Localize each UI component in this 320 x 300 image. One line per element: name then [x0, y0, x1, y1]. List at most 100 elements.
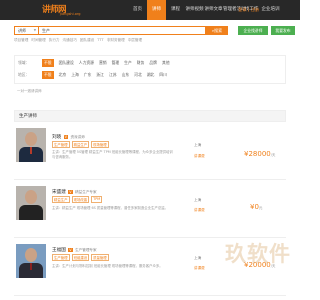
filter-option[interactable]: 湖北 — [147, 71, 155, 79]
lecturer-fee-label: 讲课费 — [194, 266, 205, 270]
topic-tag[interactable]: 班组建设 — [71, 254, 90, 261]
lecturer-fee-label: 讲课费 — [194, 154, 205, 158]
lecturer-name[interactable]: 王福国 — [52, 248, 66, 253]
hot-keyword[interactable]: 团队建设 — [80, 38, 94, 43]
lecturer-name-line: 刘晓 V 资深讲师 — [52, 134, 85, 140]
search-bar: 讲师 ▼ 生产 ⌕搜索 企业找讲师 我要发布 — [14, 26, 295, 38]
lecturer-photo[interactable] — [16, 186, 46, 220]
site-logo[interactable]: 讲师网 Jiangshi.org — [42, 3, 98, 17]
lecturer-tags: 精益生产 现场改善 TPM — [52, 196, 103, 203]
filter-option[interactable]: 四川 — [159, 71, 167, 79]
filter-row-field: 领域： 不限 团队建设 人力资源 营销 管理 生产 财务 品牌 其他 — [18, 59, 170, 67]
filter-option[interactable]: 团队建设 — [59, 59, 74, 67]
lecturer-location: 上海 — [194, 143, 202, 147]
filter-option[interactable]: 山东 — [122, 71, 130, 79]
lecturer-fee-label: 讲课费 — [194, 208, 205, 212]
topic-tag[interactable]: TPM — [91, 196, 103, 203]
section-header: 生产讲师 — [14, 110, 286, 122]
filter-option[interactable]: 不限 — [42, 59, 54, 67]
lecturer-name[interactable]: 宋盛建 — [52, 190, 66, 195]
lecturer-tags: 生产管理 精益生产 现场管理 — [52, 141, 109, 148]
lecturer-title: 生产管理专家 — [75, 248, 97, 252]
filter-panel: 领域： 不限 团队建设 人力资源 营销 管理 生产 财务 品牌 其他 地区： 不… — [14, 55, 286, 84]
filter-option[interactable]: 北京 — [59, 71, 67, 79]
hot-keywords: 项目管理 时间管理 执行力 沟通技巧 团队建设 TTT 非财务管理 中层管理 — [14, 38, 142, 43]
filter-option[interactable]: 广东 — [84, 71, 92, 79]
filter-option[interactable]: 管理 — [112, 59, 120, 67]
vip-badge: V — [68, 190, 73, 194]
hot-keyword[interactable]: 时间管理 — [31, 38, 45, 43]
filter-option[interactable]: 品牌 — [149, 59, 157, 67]
nav-item-home[interactable]: 首页 — [128, 0, 147, 20]
lecturer-photo[interactable] — [16, 128, 46, 162]
hot-keyword[interactable]: 沟通技巧 — [63, 38, 77, 43]
filter-label: 地区： — [18, 72, 30, 77]
lecturer-name-line: 王福国 V 生产管理专家 — [52, 247, 97, 253]
price-value: ¥0 — [250, 203, 259, 211]
filter-option[interactable]: 不限 — [42, 71, 54, 79]
lecturer-photo[interactable] — [16, 244, 46, 278]
lecturer-name-line: 宋盛建 V 精益生产专家 — [52, 189, 97, 195]
price-value: ¥28000 — [244, 150, 271, 158]
topic-tag[interactable]: 精益生产 — [52, 196, 70, 203]
hot-keyword[interactable]: 中层管理 — [128, 38, 142, 43]
nav-item-lecturers[interactable]: 讲师 — [147, 0, 166, 20]
filter-row-region: 地区： 不限 北京 上海 广东 浙江 江苏 山东 河北 湖北 四川 — [18, 71, 167, 79]
price-unit: 元 — [258, 206, 263, 210]
hot-keyword[interactable]: TTT — [97, 38, 103, 43]
hot-keyword[interactable]: 项目管理 — [14, 38, 28, 43]
login-register-link[interactable]: 登录 | 注册 — [238, 7, 259, 13]
publish-button[interactable]: 我要发布 — [271, 26, 295, 35]
search-button[interactable]: ⌕搜索 — [206, 26, 228, 35]
nav-item-articles[interactable]: 讲师文章 — [204, 0, 223, 20]
search-type-select[interactable]: 讲师 ▼ — [14, 26, 38, 35]
lecturer-location: 上海 — [194, 198, 202, 202]
top-navigation-bar: 讲师网 Jiangshi.org 首页 讲师 课程 讲师视频 讲师文章 管理者活… — [0, 0, 300, 20]
topic-tag[interactable]: 生产管理 — [52, 254, 70, 261]
filter-option[interactable]: 人力资源 — [79, 59, 94, 67]
topic-tag[interactable]: 现场改善 — [71, 196, 90, 203]
vip-badge: V — [63, 135, 68, 139]
filter-option[interactable]: 浙江 — [96, 71, 104, 79]
lecturer-price: ¥0元 — [250, 203, 262, 211]
filter-option[interactable]: 营销 — [99, 59, 107, 67]
lecturer-description: 主讲：生产计划与物料控制 班组长管理 现场管理等课程，服务客户众多。 — [52, 264, 163, 268]
lecturer-title: 资深讲师 — [70, 135, 85, 139]
find-lecturer-button[interactable]: 企业找讲师 — [238, 26, 268, 35]
topic-tag[interactable]: 现场管理 — [91, 141, 109, 148]
topic-tag[interactable]: 质量管理 — [91, 254, 109, 261]
filter-option[interactable]: 财务 — [137, 59, 145, 67]
lecturer-name[interactable]: 刘晓 — [52, 135, 61, 140]
lecturer-card[interactable]: 宋盛建 V 精益生产专家 精益生产 现场改善 TPM 主讲：精益生产 现场管理 … — [14, 184, 286, 238]
hot-keyword[interactable]: 非财务管理 — [107, 38, 125, 43]
vip-badge: V — [68, 248, 73, 252]
nav-item-videos[interactable]: 讲师视频 — [185, 0, 204, 20]
lecturer-description: 主讲：生产管理 5S管理 精益生产 TPM 班组长管理等课程，为众多企业提供培训… — [52, 150, 173, 159]
filter-option[interactable]: 河北 — [134, 71, 142, 79]
price-unit: /天 — [270, 153, 276, 157]
hot-keyword[interactable]: 执行力 — [49, 38, 60, 43]
search-button-label: 搜索 — [214, 28, 223, 33]
one-on-one-invite-link[interactable]: 一对一邀请讲师 — [17, 89, 42, 94]
watermark: 玖软件 — [225, 242, 291, 266]
chevron-down-icon: ▼ — [33, 28, 36, 32]
search-type-label: 讲师 — [18, 28, 26, 33]
nav-item-courses[interactable]: 课程 — [166, 0, 185, 20]
lecturer-price: ¥28000/天 — [244, 150, 275, 158]
topic-tag[interactable]: 精益生产 — [71, 141, 90, 148]
lecturer-location: 上海 — [194, 256, 202, 260]
filter-option[interactable]: 生产 — [124, 59, 132, 67]
search-input[interactable]: 生产 — [38, 26, 206, 35]
nav-item-training[interactable]: 企业培训 — [261, 0, 280, 20]
lecturer-card[interactable]: 刘晓 V 资深讲师 生产管理 精益生产 现场管理 主讲：生产管理 5S管理 精益… — [14, 126, 286, 180]
filter-option[interactable]: 其他 — [162, 59, 170, 67]
filter-option[interactable]: 上海 — [71, 71, 79, 79]
section-title: 生产讲师 — [19, 114, 37, 119]
topic-tag[interactable]: 生产管理 — [52, 141, 70, 148]
filter-label: 领域： — [18, 60, 30, 65]
lecturer-title: 精益生产专家 — [75, 190, 97, 194]
lecturer-description: 主讲：精益生产 现场管理 6S 质量管理等课程，曾任多家制造企业生产总监。 — [52, 206, 169, 210]
filter-option[interactable]: 江苏 — [109, 71, 117, 79]
logo-subtext: Jiangshi.org — [60, 12, 81, 16]
lecturer-tags: 生产管理 班组建设 质量管理 — [52, 254, 109, 261]
